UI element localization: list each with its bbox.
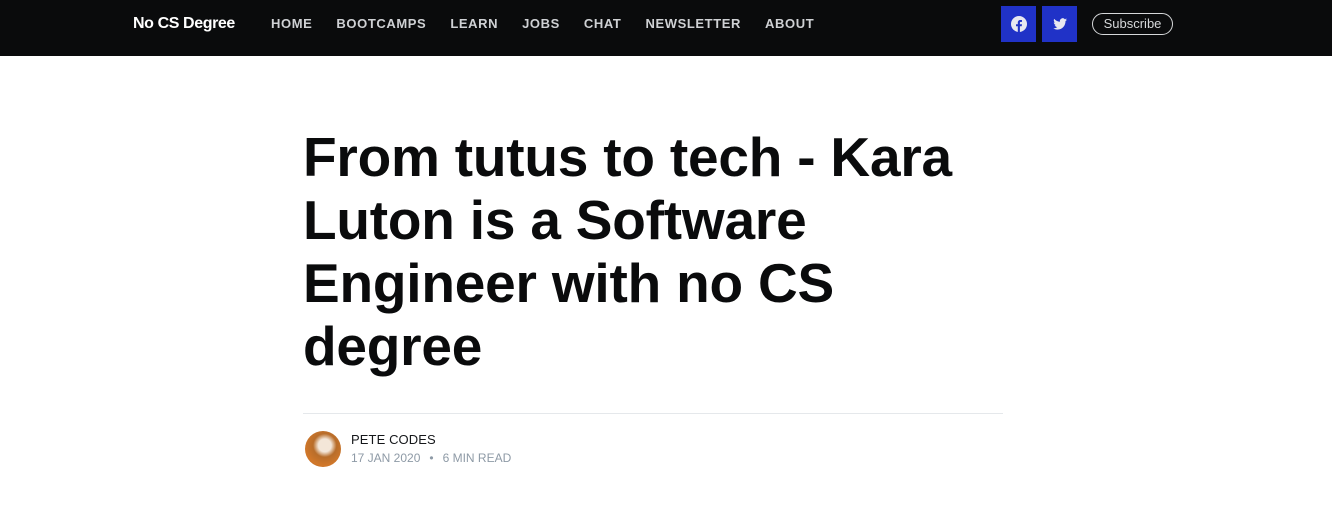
nav-home[interactable]: HOME xyxy=(271,16,312,32)
reading-time: 6 MIN READ xyxy=(442,451,512,465)
nav-jobs[interactable]: JOBS xyxy=(522,16,560,32)
meta-separator: • xyxy=(429,451,434,465)
post-date: 17 JAN 2020 xyxy=(351,451,421,465)
site-header: No CS Degree HOME BOOTCAMPS LEARN JOBS C… xyxy=(0,0,1332,56)
author-avatar[interactable] xyxy=(305,431,341,467)
facebook-button[interactable] xyxy=(1001,6,1036,42)
main-nav: HOME BOOTCAMPS LEARN JOBS CHAT NEWSLETTE… xyxy=(271,16,838,32)
facebook-icon xyxy=(1010,16,1027,32)
nav-bootcamps[interactable]: BOOTCAMPS xyxy=(336,16,426,32)
twitter-icon xyxy=(1052,18,1067,30)
nav-learn[interactable]: LEARN xyxy=(450,16,498,32)
byline-divider xyxy=(303,413,1003,414)
nav-about[interactable]: ABOUT xyxy=(765,16,814,32)
author-name[interactable]: PETE CODES xyxy=(351,432,436,448)
nav-newsletter[interactable]: NEWSLETTER xyxy=(645,16,741,32)
nav-chat[interactable]: CHAT xyxy=(584,16,622,32)
post-title: From tutus to tech - Kara Luton is a Sof… xyxy=(303,126,952,377)
site-logo[interactable]: No CS Degree xyxy=(133,14,235,34)
post-meta: 17 JAN 2020 • 6 MIN READ xyxy=(351,451,511,466)
twitter-button[interactable] xyxy=(1042,6,1077,42)
subscribe-button[interactable]: Subscribe xyxy=(1092,13,1173,35)
